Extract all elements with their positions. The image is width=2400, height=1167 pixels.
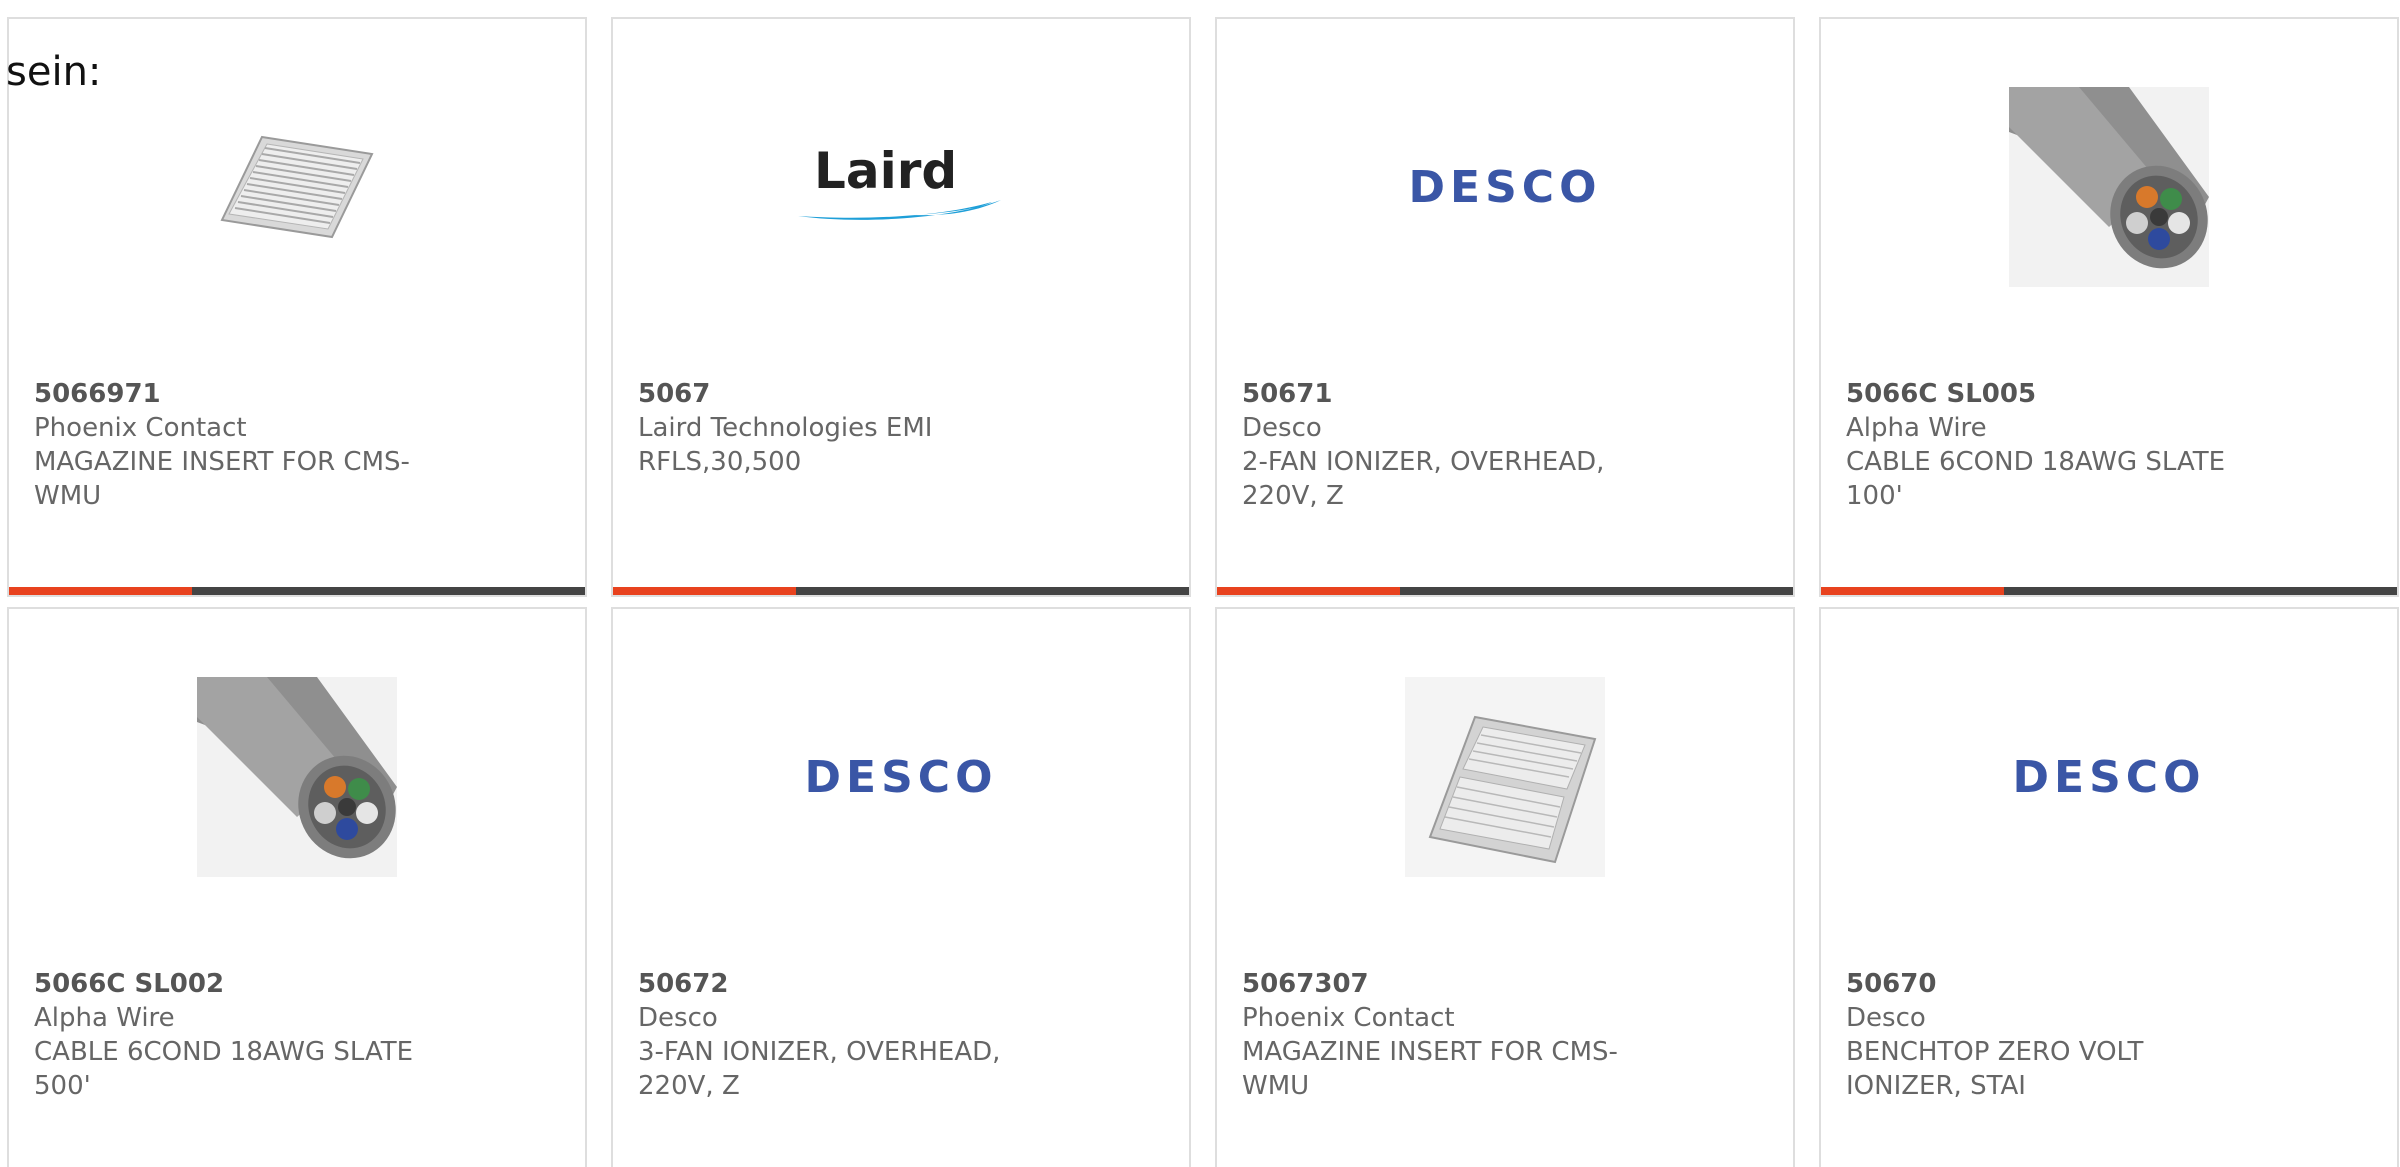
part-number-link[interactable]: 5066971 <box>34 377 424 411</box>
product-card[interactable]: 5067307 Phoenix Contact MAGAZINE INSERT … <box>1215 607 1795 1167</box>
product-card[interactable]: DESCO 50672 Desco 3-FAN IONIZER, OVERHEA… <box>611 607 1191 1167</box>
part-number-link[interactable]: 50670 <box>1846 967 2236 1001</box>
product-description: RFLS,30,500 <box>638 447 802 477</box>
product-info: 5066C SL002 Alpha Wire CABLE 6COND 18AWG… <box>34 967 424 1103</box>
manufacturer-name: Laird Technologies EMI <box>638 413 933 443</box>
part-number-link[interactable]: 5067307 <box>1242 967 1632 1001</box>
card-accent-bar <box>1217 587 1400 595</box>
magazine-insert-tray-icon <box>220 135 374 239</box>
product-description: MAGAZINE INSERT FOR CMS-WMU <box>1242 1037 1618 1101</box>
manufacturer-name: Desco <box>1242 413 1322 443</box>
product-image[interactable] <box>9 87 585 287</box>
part-number-link[interactable]: 5066C SL002 <box>34 967 424 1001</box>
grey-cable-icon <box>197 677 397 877</box>
desco-logo-icon: DESCO <box>1408 161 1602 213</box>
product-description: BENCHTOP ZERO VOLT IONIZER, STAI <box>1846 1037 2144 1101</box>
product-card[interactable]: DESCO 50671 Desco 2-FAN IONIZER, OVERHEA… <box>1215 17 1795 597</box>
product-image[interactable]: DESCO <box>613 677 1189 877</box>
product-description: CABLE 6COND 18AWG SLATE 500' <box>34 1037 414 1101</box>
desco-logo-icon: DESCO <box>2012 751 2206 803</box>
manufacturer-name: Desco <box>1846 1003 1926 1033</box>
manufacturer-name: Desco <box>638 1003 718 1033</box>
product-image[interactable] <box>9 677 585 877</box>
product-card[interactable]: 5066C SL005 Alpha Wire CABLE 6COND 18AWG… <box>1819 17 2399 597</box>
product-description: 3-FAN IONIZER, OVERHEAD, 220V, Z <box>638 1037 1001 1101</box>
manufacturer-name: Alpha Wire <box>1846 413 1987 443</box>
product-description: CABLE 6COND 18AWG SLATE 100' <box>1846 447 2226 511</box>
product-info: 50670 Desco BENCHTOP ZERO VOLT IONIZER, … <box>1846 967 2236 1103</box>
product-info: 50671 Desco 2-FAN IONIZER, OVERHEAD, 220… <box>1242 377 1632 513</box>
grey-cable-icon <box>2009 87 2209 287</box>
product-info: 50672 Desco 3-FAN IONIZER, OVERHEAD, 220… <box>638 967 1028 1103</box>
part-number-link[interactable]: 5067 <box>638 377 1028 411</box>
card-bottom-bar <box>1217 587 1793 595</box>
product-description: MAGAZINE INSERT FOR CMS-WMU <box>34 447 410 511</box>
magazine-insert-double-icon <box>1405 677 1605 877</box>
product-info: 5066971 Phoenix Contact MAGAZINE INSERT … <box>34 377 424 513</box>
product-grid-page: sein: 5066971 Phoenix Contact MAGAZINE I… <box>0 0 2400 1167</box>
card-accent-bar <box>9 587 192 595</box>
part-number-link[interactable]: 5066C SL005 <box>1846 377 2236 411</box>
product-image[interactable] <box>1217 677 1793 877</box>
card-accent-bar <box>1821 587 2004 595</box>
product-image[interactable]: DESCO <box>1217 87 1793 287</box>
laird-logo-icon: Laird <box>796 142 1006 232</box>
product-card[interactable]: 5066971 Phoenix Contact MAGAZINE INSERT … <box>7 17 587 597</box>
manufacturer-name: Alpha Wire <box>34 1003 175 1033</box>
product-card[interactable]: DESCO 50670 Desco BENCHTOP ZERO VOLT ION… <box>1819 607 2399 1167</box>
product-info: 5066C SL005 Alpha Wire CABLE 6COND 18AWG… <box>1846 377 2236 513</box>
product-card[interactable]: Laird 5067 Laird Technologies EMI RFLS,3… <box>611 17 1191 597</box>
product-image[interactable]: DESCO <box>1821 677 2397 877</box>
card-bottom-bar <box>613 587 1189 595</box>
part-number-link[interactable]: 50671 <box>1242 377 1632 411</box>
card-accent-bar <box>613 587 796 595</box>
product-image[interactable]: Laird <box>613 87 1189 287</box>
part-number-link[interactable]: 50672 <box>638 967 1028 1001</box>
intro-text: sein: <box>6 49 102 95</box>
product-image[interactable] <box>1821 87 2397 287</box>
product-info: 5067307 Phoenix Contact MAGAZINE INSERT … <box>1242 967 1632 1103</box>
card-bottom-bar <box>9 587 585 595</box>
product-description: 2-FAN IONIZER, OVERHEAD, 220V, Z <box>1242 447 1605 511</box>
product-card[interactable]: 5066C SL002 Alpha Wire CABLE 6COND 18AWG… <box>7 607 587 1167</box>
card-bottom-bar <box>1821 587 2397 595</box>
manufacturer-name: Phoenix Contact <box>1242 1003 1455 1033</box>
manufacturer-name: Phoenix Contact <box>34 413 247 443</box>
product-info: 5067 Laird Technologies EMI RFLS,30,500 <box>638 377 1028 479</box>
desco-logo-icon: DESCO <box>804 751 998 803</box>
